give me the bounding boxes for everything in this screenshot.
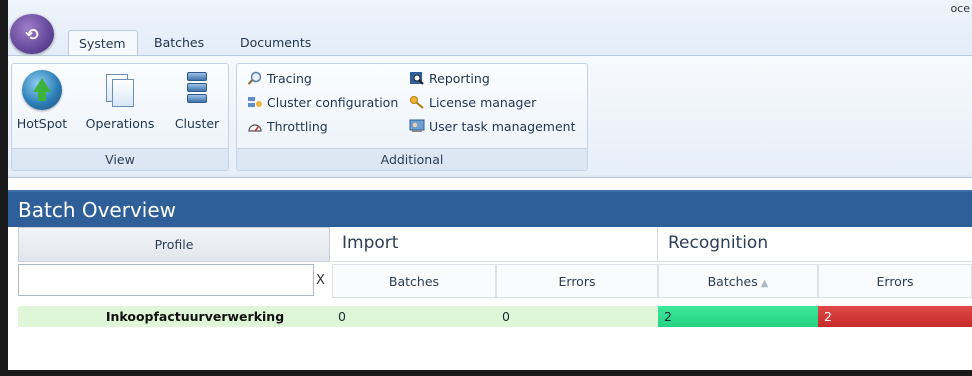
app-menu-orb-icon[interactable]: ⟲ [10,14,54,54]
sort-ascending-icon: ▲ [760,278,769,289]
cell-profile-name[interactable]: Inkoopfactuurverwerking [18,306,332,327]
cluster-configuration-label: Cluster configuration [267,94,399,110]
cluster-button[interactable]: Cluster [172,70,222,131]
user-task-management-label: User task management [429,118,576,134]
tracing-button[interactable]: Tracing [247,68,312,88]
column-header-recognition-errors[interactable]: Errors [818,264,972,298]
column-header-import-batches[interactable]: Batches [332,264,496,298]
cluster-config-icon [247,95,263,109]
license-manager-button[interactable]: License manager [409,92,536,112]
hotspot-button[interactable]: HotSpot [16,70,68,131]
magnifier-icon [247,71,263,85]
recognition-batches-header-label: Batches [707,274,758,289]
cell-import-errors[interactable]: 0 [496,306,658,327]
clear-filter-button[interactable]: X [316,273,325,288]
operations-label: Operations [85,116,155,131]
report-icon [409,71,425,85]
ribbon-group-view: HotSpot Operations Cluster View [11,63,229,171]
cluster-configuration-button[interactable]: Cluster configuration [247,92,398,112]
column-group-import: Import [332,227,658,262]
ribbon: ⟲ System Batches Documents oce HotSpot O… [8,0,972,178]
ribbon-body: HotSpot Operations Cluster View Tracing … [8,55,972,175]
ribbon-group-additional: Tracing Cluster configuration Throttling [236,63,588,171]
column-header-recognition-batches[interactable]: Batches ▲ [658,264,818,298]
window-corner-text: oce [950,2,970,15]
tab-batches[interactable]: Batches [144,30,218,55]
batch-overview-grid: Profile Import Recognition X Batches Err… [8,227,972,370]
throttling-label: Throttling [267,118,328,134]
profile-filter-input[interactable] [18,264,314,296]
user-task-icon [409,119,425,133]
cell-recognition-errors[interactable]: 2 [818,306,972,327]
documents-icon [100,70,140,110]
cluster-label: Cluster [174,116,220,131]
cell-import-batches[interactable]: 0 [332,306,496,327]
key-icon [409,95,425,109]
column-group-recognition: Recognition [658,227,972,262]
application-window: ⟲ System Batches Documents oce HotSpot O… [8,0,972,370]
throttling-button[interactable]: Throttling [247,116,328,136]
batch-overview-title: Batch Overview [8,190,972,227]
operations-button[interactable]: Operations [82,70,158,131]
reporting-button[interactable]: Reporting [409,68,490,88]
table-row[interactable]: Inkoopfactuurverwerking 0 0 2 2 [8,306,972,327]
cell-recognition-batches[interactable]: 2 [658,306,818,327]
tab-system[interactable]: System [68,30,138,55]
license-manager-label: License manager [429,94,537,110]
ribbon-tab-strip: ⟲ System Batches Documents oce [8,0,972,56]
group-caption-additional: Additional [237,148,587,170]
group-caption-view: View [12,148,228,170]
column-header-profile[interactable]: Profile [18,227,330,262]
globe-arrow-icon [22,70,62,110]
tab-documents[interactable]: Documents [230,30,320,55]
reporting-label: Reporting [429,70,490,86]
tracing-label: Tracing [267,70,312,86]
column-header-import-errors[interactable]: Errors [496,264,658,298]
hotspot-label: HotSpot [16,116,68,131]
gauge-icon [247,119,263,133]
user-task-management-button[interactable]: User task management [409,116,575,136]
server-icon [183,70,211,110]
